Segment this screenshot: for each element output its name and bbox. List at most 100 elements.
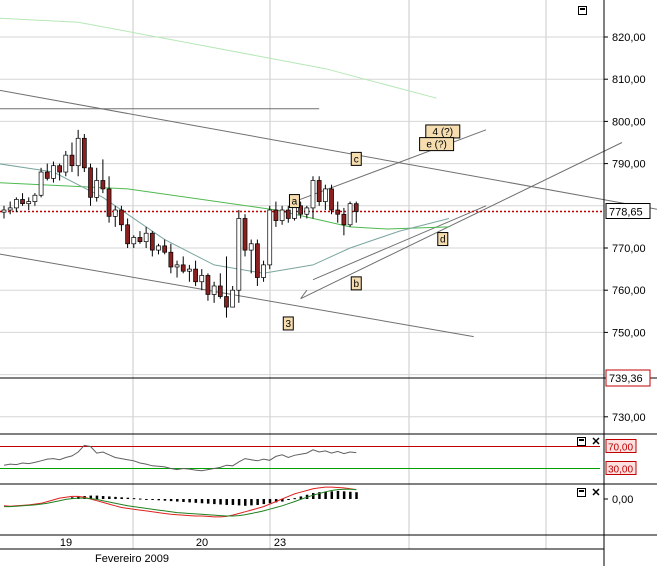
- wave-label: a: [292, 197, 298, 208]
- candle-body: [255, 243, 260, 278]
- y-tick-label: 800,00: [612, 116, 646, 128]
- maximize-icon[interactable]: [577, 437, 586, 446]
- candle-body: [267, 209, 273, 266]
- macd-histogram-bar: [250, 499, 253, 506]
- candle-body: [32, 194, 38, 202]
- macd-histogram-bar: [213, 499, 216, 505]
- y-tick-label: 790,00: [612, 159, 646, 171]
- x-group-label: Fevereiro 2009: [95, 553, 169, 565]
- macd-histogram-bar: [336, 490, 340, 499]
- macd-histogram-bar: [225, 499, 228, 505]
- rsi-pane: [0, 444, 600, 472]
- candle-body: [310, 180, 316, 209]
- wave-label: c: [354, 154, 359, 165]
- macd-histogram-bar: [237, 499, 241, 506]
- candle-body: [38, 171, 44, 196]
- close-icon[interactable]: ✕: [591, 437, 601, 448]
- close-icon[interactable]: ✕: [591, 488, 601, 499]
- macd-histogram-bar: [231, 499, 235, 505]
- maximize-icon[interactable]: [578, 6, 587, 15]
- candle-body: [168, 251, 174, 268]
- candle-body: [112, 209, 118, 217]
- ref-level-label: 739,36: [609, 373, 643, 385]
- candle-body: [335, 209, 341, 215]
- macd-pane: [3, 486, 358, 518]
- candle-body: [44, 171, 50, 179]
- macd-histogram-bar: [219, 499, 222, 505]
- macd-histogram-bar: [268, 499, 272, 504]
- macd-histogram-bar: [355, 492, 358, 499]
- candle-body: [81, 137, 87, 169]
- wave-label: d: [440, 235, 446, 246]
- y-tick-label: 820,00: [612, 32, 646, 44]
- candle-body: [230, 289, 236, 308]
- candle-body: [162, 245, 168, 253]
- macd-histogram-bar: [120, 497, 123, 499]
- macd-histogram-bar: [101, 496, 105, 499]
- candle-body: [1, 209, 7, 213]
- candle-body: [88, 167, 93, 198]
- moving-average-line: [0, 17, 437, 99]
- candle-body: [242, 218, 248, 251]
- candle-body: [279, 209, 285, 221]
- candle-body: [217, 285, 223, 297]
- x-tick-label: 23: [274, 537, 286, 549]
- candle-body: [51, 165, 56, 179]
- candle-body: [143, 232, 149, 243]
- moving-average-line: [0, 182, 450, 230]
- y-tick-label: 770,00: [612, 243, 646, 255]
- grid: [0, 0, 604, 549]
- candle-body: [224, 296, 229, 308]
- last-price-label: 778,65: [609, 206, 643, 218]
- y-tick-label: 730,00: [612, 412, 646, 424]
- macd-histogram-bar: [163, 499, 167, 501]
- candle-body: [26, 201, 32, 205]
- candle-body: [341, 213, 347, 226]
- candle-body: [106, 188, 112, 217]
- candle-body: [273, 209, 279, 221]
- macd-histogram-bar: [138, 498, 142, 500]
- candle-body: [193, 268, 198, 283]
- macd-histogram-bar: [287, 499, 290, 500]
- candle-body: [316, 180, 322, 202]
- macd-histogram-bar: [262, 499, 266, 505]
- macd-histogram-bar: [182, 499, 185, 502]
- candle-body: [125, 224, 130, 245]
- signal-line: [4, 488, 357, 517]
- candle-body: [7, 207, 13, 211]
- rsi-line: [3, 444, 357, 472]
- macd-histogram-bar: [349, 491, 352, 499]
- candle-body: [20, 199, 25, 205]
- macd-histogram-bar: [188, 499, 191, 503]
- macd-histogram-bar: [176, 499, 179, 502]
- rsi-upper-label: 70,00: [608, 443, 633, 454]
- macd-histogram-bar: [151, 499, 154, 500]
- candle-body: [149, 232, 155, 251]
- candle-body: [119, 209, 124, 226]
- candle-body: [261, 264, 266, 278]
- candle-body: [329, 188, 334, 211]
- candle-body: [199, 275, 205, 283]
- y-tick-label: 810,00: [612, 74, 646, 86]
- rsi-lower-label: 30,00: [608, 465, 633, 476]
- wave-label: e (?): [426, 140, 447, 151]
- wave-label: 4 (?): [432, 127, 453, 138]
- candle-body: [248, 243, 254, 251]
- candle-body: [14, 199, 19, 209]
- chart-canvas: a 3 b c d 4 (?) e (?) 820,00 810,00 800,00 790,00…: [0, 0, 657, 566]
- macd-histogram-bar: [244, 499, 247, 506]
- candle-body: [69, 154, 75, 167]
- macd-histogram-bar: [169, 499, 173, 502]
- candle-body: [75, 137, 81, 167]
- maximize-icon[interactable]: [577, 488, 586, 497]
- candle-body: [156, 245, 161, 251]
- macd-histogram-bar: [157, 499, 160, 501]
- macd-histogram-bar: [330, 491, 334, 499]
- candle-body: [347, 203, 353, 226]
- macd-histogram-bar: [342, 491, 346, 499]
- x-tick-label: 19: [60, 537, 72, 549]
- wave-label: b: [353, 279, 359, 290]
- macd-histogram-bar: [324, 491, 327, 499]
- candle-body: [137, 237, 143, 243]
- macd-histogram-bar: [312, 493, 315, 499]
